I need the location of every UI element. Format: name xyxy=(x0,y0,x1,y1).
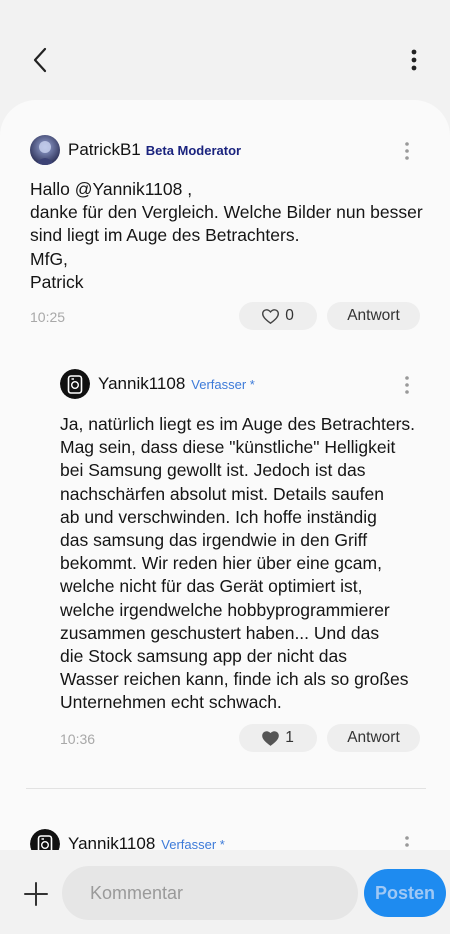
comment-line: Unternehmen echt schwach. xyxy=(60,692,282,713)
more-options-button[interactable] xyxy=(404,44,424,76)
comment-line: Ja, natürlich liegt es im Auge des Betra… xyxy=(60,414,416,434)
author-badge: Verfasser * xyxy=(191,376,255,392)
post-button[interactable]: Posten xyxy=(364,869,446,917)
comment-time: 10:36 xyxy=(60,731,96,747)
comment-composer: Posten xyxy=(0,850,450,934)
comment-line: bekommt. Wir reden hier über eine gcam, xyxy=(60,553,382,574)
comment-line: Wasser reichen kann, finde ich als so gr… xyxy=(60,669,409,690)
more-vertical-icon xyxy=(411,49,417,71)
comment-header: PatrickB1 Beta Moderator xyxy=(30,135,241,165)
comment-line: welche nicht für das Gerät optimiert ist… xyxy=(60,576,363,597)
like-count: 1 xyxy=(285,729,294,746)
comment-line: zusammen geschustert haben... Und das xyxy=(60,622,380,643)
comment-time: 10:25 xyxy=(30,309,66,325)
reply-button[interactable]: Antwort xyxy=(327,724,420,752)
comment-body: Hallo @Yannik1108 , danke für den Vergle… xyxy=(30,178,423,294)
moderator-badge: Beta Moderator xyxy=(145,142,242,158)
comment-line: welche irgendwelche hobbyprogrammierer xyxy=(60,599,390,620)
comment-body: Ja, natürlich liegt es im Auge des Betra… xyxy=(60,413,415,715)
like-button[interactable]: 1 xyxy=(239,724,317,752)
comment-input[interactable] xyxy=(62,866,358,920)
comment-line: danke für den Vergleich. Welche Bilder n… xyxy=(30,202,423,223)
like-count: 0 xyxy=(285,307,294,324)
avatar[interactable] xyxy=(30,135,60,165)
avatar[interactable] xyxy=(60,369,90,399)
comment-menu-button[interactable] xyxy=(401,373,413,397)
author-name[interactable]: Yannik1108 xyxy=(98,374,185,394)
comment-thread[interactable]: PatrickB1 Beta Moderator Hallo @Yannik11… xyxy=(0,100,450,860)
back-button[interactable] xyxy=(24,44,56,76)
comment-header: Yannik1108 Verfasser * xyxy=(60,369,255,399)
comment-line: Patrick xyxy=(30,271,84,292)
chevron-left-icon xyxy=(33,47,47,73)
comment-line: das samsung das irgendwie in den Griff xyxy=(60,530,368,551)
comment-line: Hallo @Yannik1108 , xyxy=(30,179,193,199)
comment-line: die Stock samsung app der nicht das xyxy=(60,646,347,667)
comment-line: sind liegt im Auge des Betrachters. xyxy=(30,225,300,246)
top-app-bar xyxy=(0,0,450,110)
author-name[interactable]: PatrickB1 xyxy=(68,140,141,160)
plus-icon xyxy=(24,882,48,906)
comment-menu-button[interactable] xyxy=(401,139,413,163)
comment-line: MfG, xyxy=(30,248,68,269)
like-button[interactable]: 0 xyxy=(239,302,317,330)
comment-line: ab und verschwinden. Ich hoffe inständig xyxy=(60,506,377,527)
heart-filled-icon xyxy=(262,730,280,746)
heart-outline-icon xyxy=(262,308,280,324)
comment-line: Mag sein, dass diese "künstliche" Hellig… xyxy=(60,437,396,458)
add-attachment-button[interactable] xyxy=(22,880,50,908)
comment-line: bei Samsung gewollt ist. Jedoch ist das xyxy=(60,460,366,481)
more-vertical-icon xyxy=(405,142,409,160)
reply-button[interactable]: Antwort xyxy=(327,302,420,330)
more-vertical-icon xyxy=(405,376,409,394)
thread-divider xyxy=(26,788,426,789)
comment-line: nachschärfen absolut mist. Details saufe… xyxy=(60,483,384,504)
